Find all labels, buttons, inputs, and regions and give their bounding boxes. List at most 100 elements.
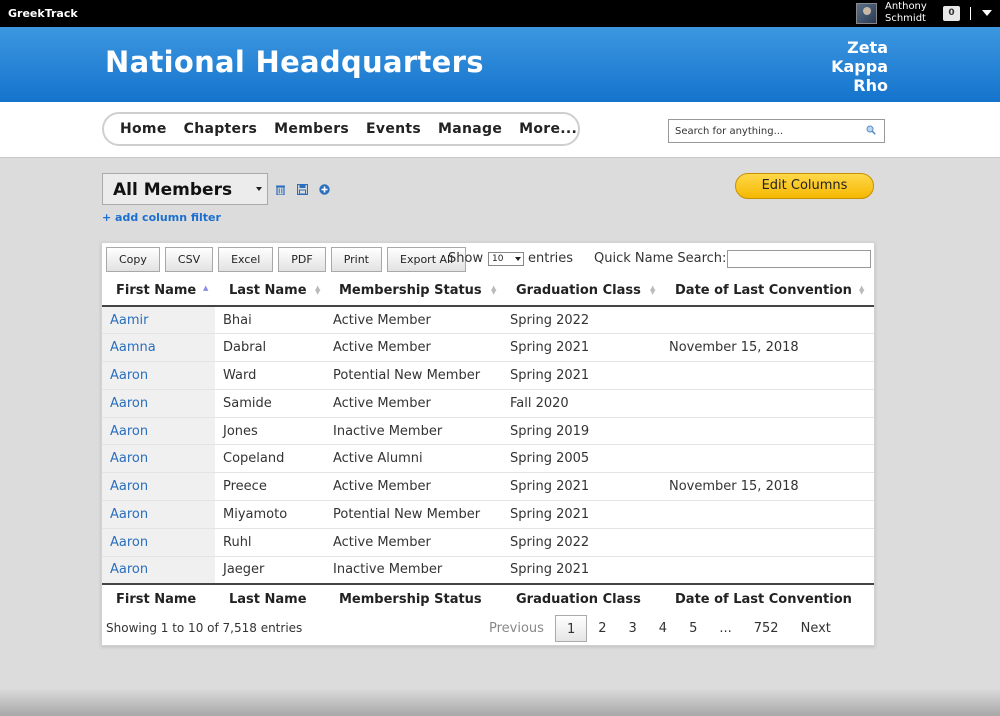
members-table-panel: Copy CSV Excel PDF Print Export All Show… xyxy=(101,242,875,646)
first-name-link[interactable]: Aaron xyxy=(102,555,215,584)
sort-icon: ▲ ▼ xyxy=(650,284,656,296)
first-name-link[interactable]: Aamir xyxy=(102,306,215,334)
organization-name: Zeta Kappa Rho xyxy=(831,38,888,95)
chevron-down-icon[interactable] xyxy=(982,10,992,16)
brand-logo[interactable]: GreekTrack xyxy=(8,7,78,20)
search-input[interactable]: Search for anything... xyxy=(668,119,885,143)
nav-events[interactable]: Events xyxy=(366,121,421,137)
graduation-cell: Spring 2021 xyxy=(502,333,661,362)
pdf-button[interactable]: PDF xyxy=(278,247,326,272)
status-cell: Potential New Member xyxy=(325,361,502,390)
column-header-last-convention[interactable]: Date of Last Convention ▲ ▼ xyxy=(661,275,874,307)
column-footer-membership-status: Membership Status xyxy=(325,582,502,614)
status-cell: Active Member xyxy=(333,312,431,328)
graduation-cell: Spring 2021 xyxy=(502,500,661,529)
first-name-link[interactable]: Aaron xyxy=(102,527,215,557)
chevron-down-icon xyxy=(256,187,262,191)
column-header-label: Graduation Class xyxy=(516,282,641,298)
column-header-label: Membership Status xyxy=(339,282,482,298)
main-nav: Home Chapters Members Events Manage More… xyxy=(102,112,580,146)
table-row: Aamir Bhai Active Member Spring 2022 xyxy=(102,306,874,334)
members-table: First Name ▲ Last Name ▲ ▼ Membership Statu… xyxy=(102,275,874,614)
column-footer-first-name: First Name xyxy=(102,582,215,614)
sort-icon: ▲ ▼ xyxy=(315,284,321,296)
last-name-cell: Bhai xyxy=(223,312,252,328)
edit-columns-button[interactable]: Edit Columns xyxy=(735,173,874,199)
page-button-2[interactable]: 2 xyxy=(587,615,617,642)
excel-button[interactable]: Excel xyxy=(218,247,274,272)
search-icon[interactable] xyxy=(866,125,876,135)
graduation-cell: Spring 2021 xyxy=(502,361,661,390)
sort-asc-icon: ▲ xyxy=(203,284,209,292)
page-button-752[interactable]: 752 xyxy=(743,615,790,642)
add-column-filter-link[interactable]: + add column filter xyxy=(102,211,221,224)
user-last-name: Schmidt xyxy=(885,13,926,24)
page-button-4[interactable]: 4 xyxy=(648,615,678,642)
table-row: Aamna Dabral Active Member Spring 2021 N… xyxy=(102,333,874,362)
status-cell: Active Member xyxy=(325,527,502,557)
first-name-link[interactable]: Aaron xyxy=(102,444,215,473)
status-cell: Potential New Member xyxy=(325,500,502,529)
first-name-link[interactable]: Aamna xyxy=(102,333,215,362)
first-name-link[interactable]: Aaron xyxy=(102,500,215,529)
csv-button[interactable]: CSV xyxy=(164,247,214,272)
nav-members[interactable]: Members xyxy=(274,121,349,137)
page-button-1[interactable]: 1 xyxy=(554,615,588,642)
status-cell: Inactive Member xyxy=(325,555,502,584)
entries-label: entries xyxy=(528,251,574,266)
last-name-cell: Samide xyxy=(215,388,325,418)
quick-name-search-input[interactable] xyxy=(727,250,871,268)
graduation-cell: Spring 2019 xyxy=(502,416,661,445)
convention-cell xyxy=(661,388,874,418)
column-header-label: Date of Last Convention xyxy=(675,282,852,298)
convention-cell xyxy=(661,361,874,390)
trash-icon[interactable] xyxy=(275,184,286,195)
column-header-label: Last Name xyxy=(229,282,307,298)
convention-cell: November 15, 2018 xyxy=(661,333,874,362)
notification-badge[interactable]: 0 xyxy=(943,6,960,21)
column-header-graduation-class[interactable]: Graduation Class ▲ ▼ xyxy=(502,275,661,307)
next-page-button[interactable]: Next xyxy=(790,615,842,642)
copy-button[interactable]: Copy xyxy=(106,247,160,272)
page-button-5[interactable]: 5 xyxy=(678,615,708,642)
page-bottom-shade xyxy=(0,688,1000,716)
convention-cell xyxy=(661,444,874,473)
convention-cell: November 15, 2018 xyxy=(661,472,874,501)
top-bar: GreekTrack Anthony Schmidt 0 xyxy=(0,0,1000,27)
first-name-link[interactable]: Aaron xyxy=(102,361,215,390)
org-line-2: Kappa xyxy=(831,57,888,76)
add-icon[interactable] xyxy=(319,184,330,195)
table-row: Aaron Copeland Active Alumni Spring 2005 xyxy=(102,444,874,473)
nav-more[interactable]: More... xyxy=(519,121,577,137)
page-button-3[interactable]: 3 xyxy=(618,615,648,642)
last-name-cell: Jones xyxy=(215,416,325,445)
nav-manage[interactable]: Manage xyxy=(438,121,502,137)
show-label: Show xyxy=(448,251,484,266)
graduation-cell: Fall 2020 xyxy=(502,388,661,418)
table-row: Aaron Jaeger Inactive Member Spring 2021 xyxy=(102,555,874,584)
column-header-first-name[interactable]: First Name ▲ xyxy=(102,275,215,307)
page-title: National Headquarters xyxy=(105,45,484,79)
print-button[interactable]: Print xyxy=(330,247,382,272)
nav-chapters[interactable]: Chapters xyxy=(184,121,258,137)
view-select[interactable]: All Members xyxy=(102,173,268,205)
first-name-link[interactable]: Aaron xyxy=(102,416,215,445)
first-name-link[interactable]: Aaron xyxy=(102,388,215,418)
column-header-last-name[interactable]: Last Name ▲ ▼ xyxy=(215,275,325,307)
column-header-membership-status[interactable]: Membership Status ▲ ▼ xyxy=(325,275,502,307)
previous-page-button[interactable]: Previous xyxy=(478,615,555,642)
last-name-cell: Preece xyxy=(215,472,325,501)
first-name-link[interactable]: Aaron xyxy=(102,472,215,501)
nav-bar: Home Chapters Members Events Manage More… xyxy=(0,102,1000,158)
table-row: Aaron Miyamoto Potential New Member Spri… xyxy=(102,500,874,529)
convention-cell xyxy=(661,555,874,584)
user-name[interactable]: Anthony Schmidt xyxy=(885,1,927,25)
last-name-cell: Dabral xyxy=(215,333,325,362)
graduation-cell: Spring 2021 xyxy=(502,555,661,584)
avatar[interactable] xyxy=(856,3,877,24)
column-footer-last-name: Last Name xyxy=(215,582,325,614)
nav-home[interactable]: Home xyxy=(120,121,167,137)
table-row: Aaron Ward Potential New Member Spring 2… xyxy=(102,361,874,390)
save-icon[interactable] xyxy=(297,184,308,195)
last-name-cell: Ruhl xyxy=(215,527,325,557)
